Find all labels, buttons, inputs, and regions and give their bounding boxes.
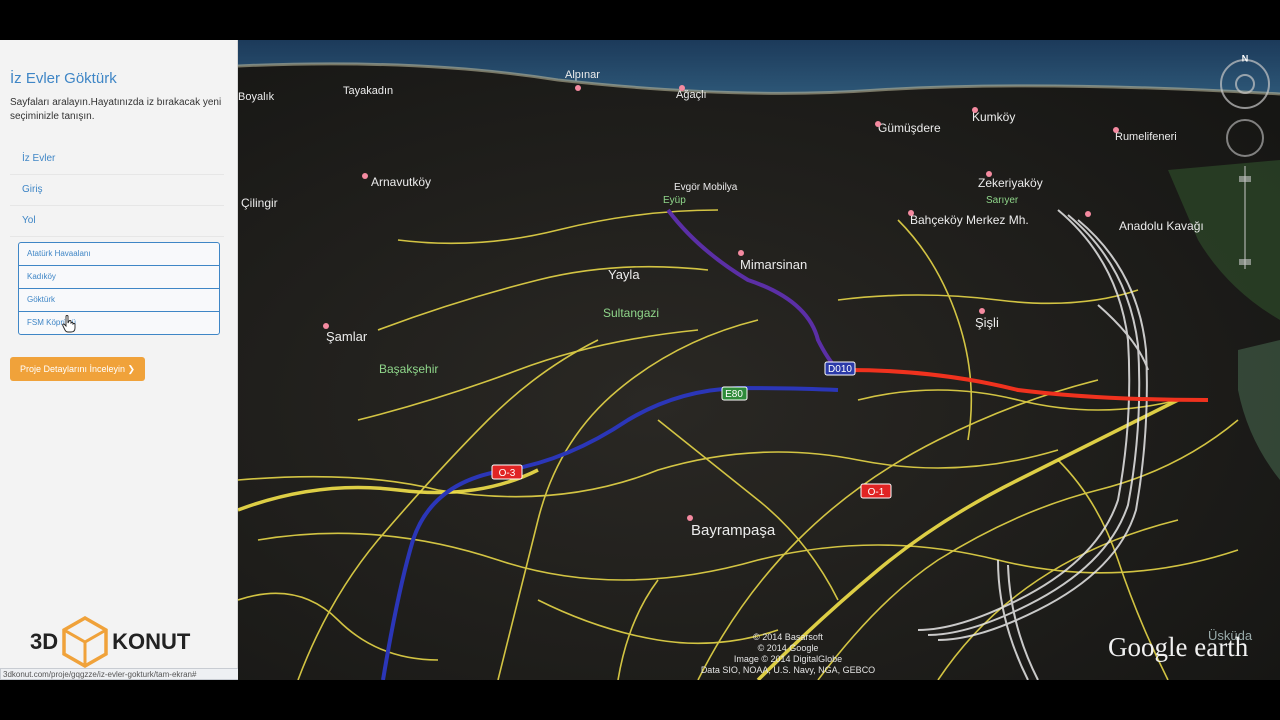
screen: İz Evler Göktürk Sayfaları aralayın.Haya… xyxy=(0,40,1280,680)
compass-n-label: N xyxy=(1242,54,1249,64)
nav-item-giris[interactable]: Giriş xyxy=(10,175,224,206)
place-label: Alpınar xyxy=(565,69,600,81)
route-subnav: Atatürk Havaalanı Kadıköy Göktürk FSM Kö… xyxy=(18,242,220,335)
hand-cursor-icon xyxy=(62,315,76,333)
subnav-item-kadikoy[interactable]: Kadıköy xyxy=(19,266,219,289)
place-label: Çilingir xyxy=(241,196,278,210)
page-description: Sayfaları aralayın.Hayatınızda iz bıraka… xyxy=(10,97,222,122)
place-label: Zekeriyaköy xyxy=(978,176,1043,190)
subnav-item-gokturk[interactable]: Göktürk xyxy=(19,289,219,312)
page-title: İz Evler Göktürk xyxy=(10,70,117,87)
place-label: Yayla xyxy=(608,267,640,282)
shield-e80: E80 xyxy=(725,389,743,400)
place-label: Gümüşdere xyxy=(878,121,941,135)
place-label: Anadolu Kavağı xyxy=(1119,219,1204,233)
subnav-item-fsm-koprusu[interactable]: FSM Köprüsü xyxy=(19,312,219,334)
place-label: Kumköy xyxy=(972,110,1015,124)
attribution-line: Image © 2014 DigitalGlobe xyxy=(733,654,843,664)
map-attribution: © 2014 Basarsoft © 2014 Google Image © 2… xyxy=(658,632,918,676)
sidebar-nav: İz Evler Giriş Yol xyxy=(10,144,224,237)
shield-d010: D010 xyxy=(828,364,852,375)
shield-o1: O-1 xyxy=(868,487,885,498)
project-details-button[interactable]: Proje Detaylarını İnceleyin ❯ xyxy=(10,357,146,381)
look-joystick[interactable] xyxy=(1220,59,1270,109)
place-label: Rumelifeneri xyxy=(1115,131,1177,143)
place-label: Ağaçlı xyxy=(676,89,707,101)
logo: 3D KONUT xyxy=(30,616,190,668)
map-navigation-control[interactable]: N xyxy=(1216,54,1274,284)
attribution-line: Data SIO, NOAA, U.S. Navy, NGA, GEBCO xyxy=(700,665,876,675)
map-canvas: Alpınar Boyalık Tayakadın Ağaçlı Gümüşde… xyxy=(238,40,1280,680)
place-label: Boyalık xyxy=(238,91,275,103)
sidebar: İz Evler Göktürk Sayfaları aralayın.Haya… xyxy=(0,40,424,680)
shield-o3: O-3 xyxy=(499,468,516,479)
move-joystick[interactable] xyxy=(1226,119,1264,157)
attribution-line: © 2014 Basarsoft xyxy=(753,632,823,642)
nav-item-iz-evler[interactable]: İz Evler xyxy=(10,144,224,175)
place-label: Mimarsinan xyxy=(740,257,807,272)
place-label: Bayrampaşa xyxy=(691,522,776,539)
place-label: Eyüp xyxy=(663,195,686,206)
map-view[interactable]: Alpınar Boyalık Tayakadın Ağaçlı Gümüşde… xyxy=(238,40,1280,680)
logo-suffix: KONUT xyxy=(112,629,191,654)
cube-logo-icon xyxy=(62,616,108,668)
nav-item-yol[interactable]: Yol xyxy=(10,206,224,237)
place-label: Şişli xyxy=(975,315,999,330)
place-label: Bahçeköy Merkez Mh. xyxy=(910,213,1029,227)
place-label: Başakşehir xyxy=(379,362,438,376)
google-earth-logo: Google earth xyxy=(1108,632,1249,662)
place-label: Tayakadın xyxy=(343,85,393,97)
logo-prefix: 3D xyxy=(30,629,59,654)
place-label: Arnavutköy xyxy=(371,175,431,189)
subnav-item-ataturk-havaalani[interactable]: Atatürk Havaalanı xyxy=(19,243,219,266)
place-label: Sultangazi xyxy=(603,306,659,320)
place-label: Sarıyer xyxy=(986,195,1019,206)
place-label: Evgör Mobilya xyxy=(674,182,738,193)
place-label: Şamlar xyxy=(326,329,368,344)
attribution-line: © 2014 Google xyxy=(757,643,819,653)
